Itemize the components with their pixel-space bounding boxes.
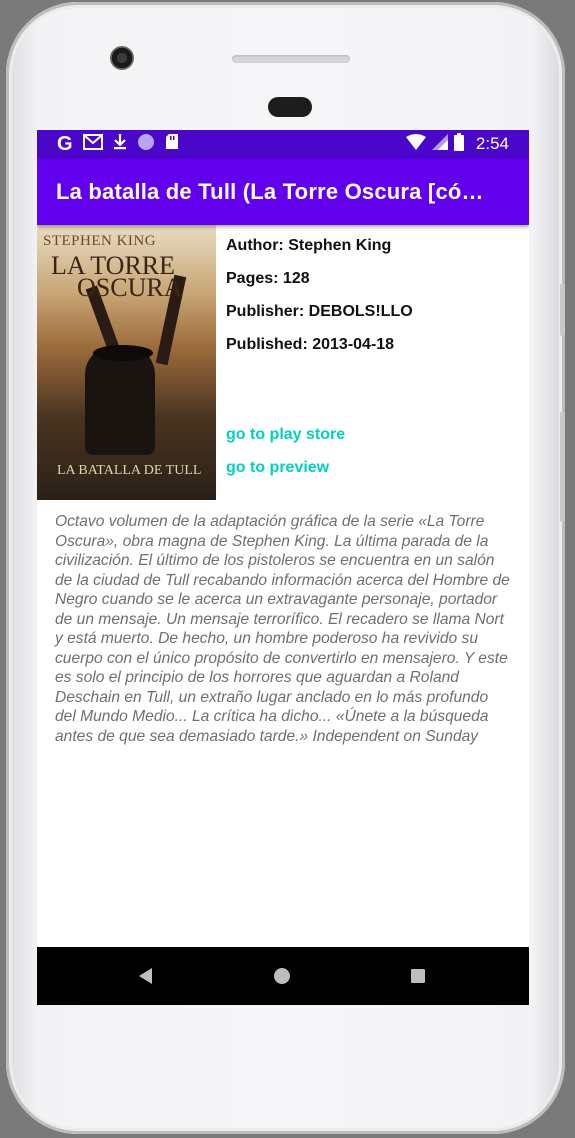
circle-app-icon [137, 133, 155, 156]
cover-subtitle: LA BATALLA DE TULL [57, 463, 202, 478]
cover-gunslinger-figure [85, 345, 155, 455]
wifi-icon [405, 133, 426, 155]
battery-icon [453, 132, 464, 156]
cover-title-line2: OSCURA [77, 273, 183, 302]
navigation-bar [37, 947, 529, 1005]
volume-down-button [560, 412, 565, 522]
app-bar: La batalla de Tull (La Torre Oscura [có… [37, 158, 529, 225]
book-description: Octavo volumen de la adaptación gráfica … [55, 513, 510, 745]
book-header: STEPHEN KING LA TORRE OSCURA LA BATALLA … [37, 225, 529, 500]
page-title: La batalla de Tull (La Torre Oscura [có… [56, 178, 484, 204]
author-label: Author: Stephen King [226, 237, 392, 254]
gmail-icon [82, 133, 103, 155]
back-icon[interactable] [139, 968, 152, 984]
recents-icon[interactable] [411, 969, 425, 983]
signal-icon [431, 133, 448, 155]
app-screen: G 2:54 La batalla de Tull (La Torre Oscu… [37, 130, 529, 1005]
home-icon[interactable] [274, 968, 290, 984]
front-camera [110, 46, 134, 70]
book-links: go to play store go to preview [226, 423, 345, 489]
google-icon: G [57, 132, 73, 155]
published-label: Published: 2013-04-18 [226, 336, 395, 353]
play-store-link[interactable]: go to play store [226, 423, 345, 456]
preview-link[interactable]: go to preview [226, 456, 345, 489]
earpiece-speaker [232, 55, 350, 63]
volume-up-button [560, 284, 565, 336]
proximity-sensor [268, 97, 312, 117]
cover-author-text: STEPHEN KING [43, 233, 157, 249]
clock: 2:54 [475, 134, 509, 153]
download-icon [113, 133, 127, 155]
pages-label: Pages: 128 [226, 270, 310, 287]
sd-card-icon [165, 133, 179, 155]
book-cover-image: STEPHEN KING LA TORRE OSCURA LA BATALLA … [37, 225, 216, 500]
publisher-label: Publisher: DEBOLS!LLO [226, 303, 413, 320]
status-bar: G 2:54 [37, 130, 529, 158]
cover-hat [93, 345, 153, 361]
